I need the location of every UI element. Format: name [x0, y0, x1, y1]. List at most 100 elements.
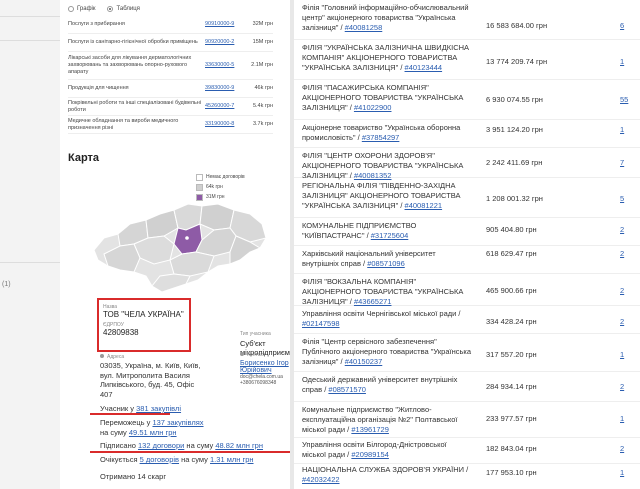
buyer-count-link[interactable]: 1 [620, 468, 634, 477]
service-row: Медичне обладнання та вироби медичного п… [68, 116, 273, 134]
buyer-row: Комунальне підприємство "Житлово-експлуа… [294, 402, 640, 438]
service-name: Медичне обладнання та вироби медичного п… [68, 117, 179, 131]
participant-link[interactable]: 381 закупівлі [136, 404, 181, 413]
buyer-amount: 618 629.47 грн [486, 249, 537, 258]
buyer-code-link[interactable]: #37854297 [362, 133, 400, 142]
buyer-amount: 465 900.66 грн [486, 286, 537, 295]
buyer-code-link[interactable]: #43665271 [354, 297, 392, 306]
service-name: Покрівельні роботи та інші спеціалізован… [68, 99, 202, 113]
buyer-amount: 16 583 684.00 грн [486, 21, 548, 30]
buyer-code-link[interactable]: #02147598 [302, 319, 340, 328]
expected-link[interactable]: 5 договорів [140, 455, 179, 464]
buyer-name: Одеський державний університет внутрішні… [302, 375, 458, 394]
radio-graph-label: Графік [77, 6, 96, 12]
buyer-name: Акціонерне товариство "Українська оборон… [302, 123, 461, 142]
buyer-code-link[interactable]: #08571096 [367, 259, 405, 268]
buyer-count-link[interactable]: 5 [620, 194, 634, 203]
gutter-divider [0, 40, 60, 41]
buyer-amount: 905 404.80 грн [486, 225, 537, 234]
signed-sum-link[interactable]: 48.82 млн грн [215, 441, 263, 450]
wins-sum-link[interactable]: 49.51 млн грн [129, 428, 177, 437]
buyer-code-link[interactable]: #41022900 [354, 103, 392, 112]
service-code-link[interactable]: 45260000-7 [205, 103, 243, 110]
service-amount: 3.7k грн [252, 121, 273, 127]
map-region[interactable] [199, 203, 235, 231]
buyer-row: РЕГІОНАЛЬНА ФІЛІЯ "ПІВДЕННО-ЗАХІДНА ЗАЛІ… [294, 178, 640, 218]
buyer-amount: 2 242 411.69 грн [486, 158, 543, 167]
wins-link[interactable]: 137 закупівлях [152, 418, 203, 427]
buyer-code-link[interactable]: #31725604 [371, 231, 409, 240]
buyer-count-link[interactable]: 1 [620, 414, 634, 423]
buyer-count-link[interactable]: 2 [620, 444, 634, 453]
buyer-row: КОМУНАЛЬНЕ ПІДПРИЄМСТВО "КИЇВПАСТРАНС" /… [294, 218, 640, 246]
service-code-link[interactable]: 39830000-9 [205, 85, 243, 92]
buyer-name: Філія "Центр сервісного забезпечення" Пу… [302, 337, 471, 366]
map-title: Карта [68, 152, 100, 164]
radio-off-icon [68, 6, 74, 12]
buyer-row: Одеський державний університет внутрішні… [294, 372, 640, 402]
buyer-amount: 3 951 124.20 грн [486, 125, 543, 134]
buyer-count-link[interactable]: 6 [620, 21, 634, 30]
service-code-link[interactable]: 33630000-5 [205, 62, 243, 69]
service-code-link[interactable]: 90920000-2 [205, 39, 243, 46]
buyer-row: ФІЛІЯ "УКРАЇНСЬКА ЗАЛІЗНИЧНА ШВИДКІСНА К… [294, 40, 640, 80]
service-amount: 5.4k грн [252, 103, 273, 109]
buyer-amount: 6 930 074.55 грн [486, 95, 543, 104]
buyer-count-link[interactable]: 2 [620, 317, 634, 326]
service-name: Продукція для чищення [68, 85, 129, 91]
edrpou-value: 42809838 [103, 328, 139, 337]
buyer-code-link[interactable]: #08571570 [328, 385, 366, 394]
stat-expected: Очікується 5 договорів на суму 1.31 млн … [100, 455, 254, 464]
buyer-count-link[interactable]: 7 [620, 158, 634, 167]
buyer-count-link[interactable]: 55 [620, 95, 634, 104]
buyer-name: ФІЛІЯ "ВОКЗАЛЬНА КОМПАНІЯ" АКЦІОНЕРНОГО … [302, 277, 464, 306]
view-toggle: Графік Таблиця [68, 6, 140, 12]
buyer-row: Управління освіти Білгород-Дністровської… [294, 438, 640, 464]
buyer-row: ФІЛІЯ "ЦЕНТР ОХОРОНИ ЗДОРОВ'Я" АКЦІОНЕРН… [294, 148, 640, 180]
buyer-count-link[interactable]: 1 [620, 57, 634, 66]
buyer-name: Управління освіти Білгород-Дністровської… [302, 440, 447, 459]
buyer-count-link[interactable]: 2 [620, 249, 634, 258]
buyer-row: Філія "Головний інформаційно-обчислюваль… [294, 0, 640, 40]
expected-sum-link[interactable]: 1.31 млн грн [210, 455, 254, 464]
contact-label: Контакт [240, 352, 290, 358]
service-code-link[interactable]: 90910000-9 [205, 21, 243, 28]
highlight-underline [90, 413, 170, 415]
address-block: Адреса 03035, Україна, м. Київ, Київ, ву… [100, 354, 205, 399]
buyer-code-link[interactable]: #13961729 [351, 425, 389, 434]
buyer-code-link[interactable]: #20989154 [351, 450, 389, 459]
buyer-row: Акціонерне товариство "Українська оборон… [294, 120, 640, 148]
buyer-row: Харківський національний університет вну… [294, 246, 640, 274]
buyer-row: Управління освіти Чернігівської міської … [294, 306, 640, 334]
buyer-amount: 13 774 209.74 грн [486, 57, 548, 66]
buyer-amount: 177 953.10 грн [486, 468, 537, 477]
buyer-code-link[interactable]: #40123444 [405, 63, 443, 72]
buyer-name: Харківський національний університет вну… [302, 249, 436, 268]
buyer-count-link[interactable]: 1 [620, 125, 634, 134]
radio-graph[interactable]: Графік [68, 6, 95, 12]
service-code-link[interactable]: 33190000-8 [205, 121, 243, 128]
buyer-code-link[interactable]: #40150237 [345, 357, 383, 366]
buyer-name: ФІЛІЯ "УКРАЇНСЬКА ЗАЛІЗНИЧНА ШВИДКІСНА К… [302, 43, 470, 72]
highlight-underline [90, 451, 302, 453]
stat-wins: Переможець у 137 закупівлях [100, 418, 204, 427]
service-row: Послуги із санітарно-гігієнічної обробки… [68, 34, 273, 52]
buyer-code-link[interactable]: #40081258 [345, 23, 383, 32]
buyer-code-link[interactable]: #42032422 [302, 475, 340, 484]
buyer-row: ФІЛІЯ "ВОКЗАЛЬНА КОМПАНІЯ" АКЦІОНЕРНОГО … [294, 274, 640, 306]
buyer-code-link[interactable]: #40081221 [405, 201, 443, 210]
signed-link[interactable]: 132 договори [138, 441, 184, 450]
left-gutter: (1) [0, 0, 60, 489]
buyer-count-link[interactable]: 1 [620, 350, 634, 359]
location-pin-icon [100, 354, 104, 358]
company-panel: Графік Таблиця Послуги з прибирання 9091… [60, 0, 314, 489]
company-identity-box: Назва ТОВ "ЧЕЛА УКРАЇНА" ЄДРПОУ 42809838 [97, 298, 191, 352]
radio-table[interactable]: Таблиця [107, 6, 140, 12]
buyers-list: Філія "Головний інформаційно-обчислюваль… [294, 0, 640, 489]
buyer-count-link[interactable]: 2 [620, 382, 634, 391]
buyer-count-link[interactable]: 2 [620, 286, 634, 295]
buyer-count-link[interactable]: 2 [620, 225, 634, 234]
contact-person-link[interactable]: Борисенко Ігор Юрійович [240, 360, 290, 374]
ukraine-map[interactable] [90, 180, 270, 298]
buyer-name: Філія "Головний інформаційно-обчислюваль… [302, 3, 469, 32]
